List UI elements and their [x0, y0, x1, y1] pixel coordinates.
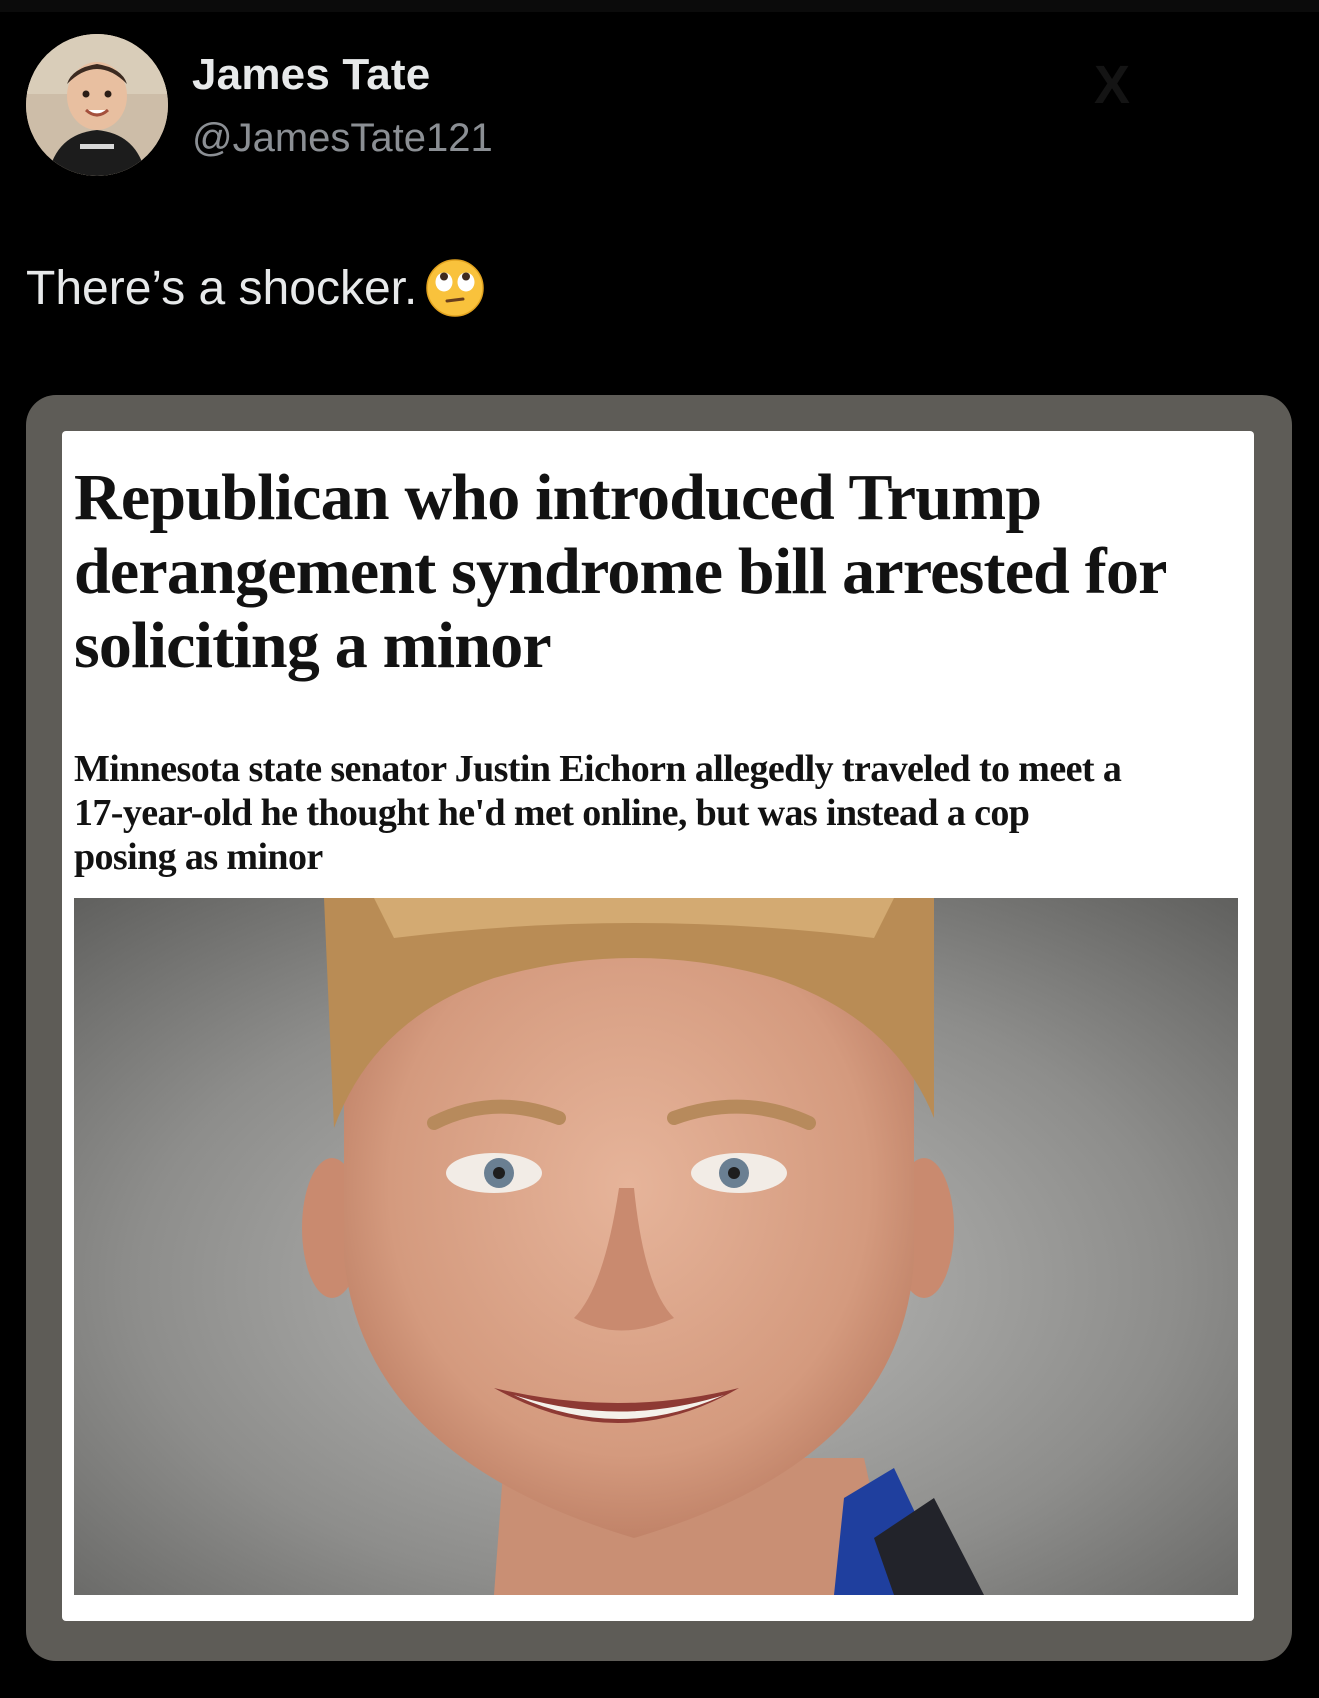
article-screenshot: Republican who introduced Trump derangem… — [62, 431, 1254, 1621]
tweet-text-content: There’s a shocker. — [26, 261, 418, 315]
user-handle[interactable]: @JamesTate121 — [192, 116, 493, 161]
top-edge — [0, 0, 1319, 12]
tweet-text: There’s a shocker. — [26, 258, 485, 318]
article-headline: Republican who introduced Trump derangem… — [74, 461, 1166, 682]
portrait-photo — [74, 898, 1238, 1595]
tweet-screenshot: James Tate @JamesTate121 X There’s a sho… — [0, 0, 1319, 1698]
media-attachment[interactable]: Republican who introduced Trump derangem… — [26, 395, 1292, 1661]
display-name[interactable]: James Tate — [192, 50, 430, 100]
avatar[interactable] — [26, 34, 168, 176]
watermark-logo: X — [1094, 55, 1131, 115]
face-with-rolling-eyes-icon — [426, 259, 485, 317]
avatar-photo — [26, 34, 168, 176]
tweet-header: James Tate @JamesTate121 X — [26, 34, 1286, 176]
article-photo — [74, 898, 1238, 1595]
article-standfirst: Minnesota state senator Justin Eichorn a… — [74, 748, 1122, 878]
